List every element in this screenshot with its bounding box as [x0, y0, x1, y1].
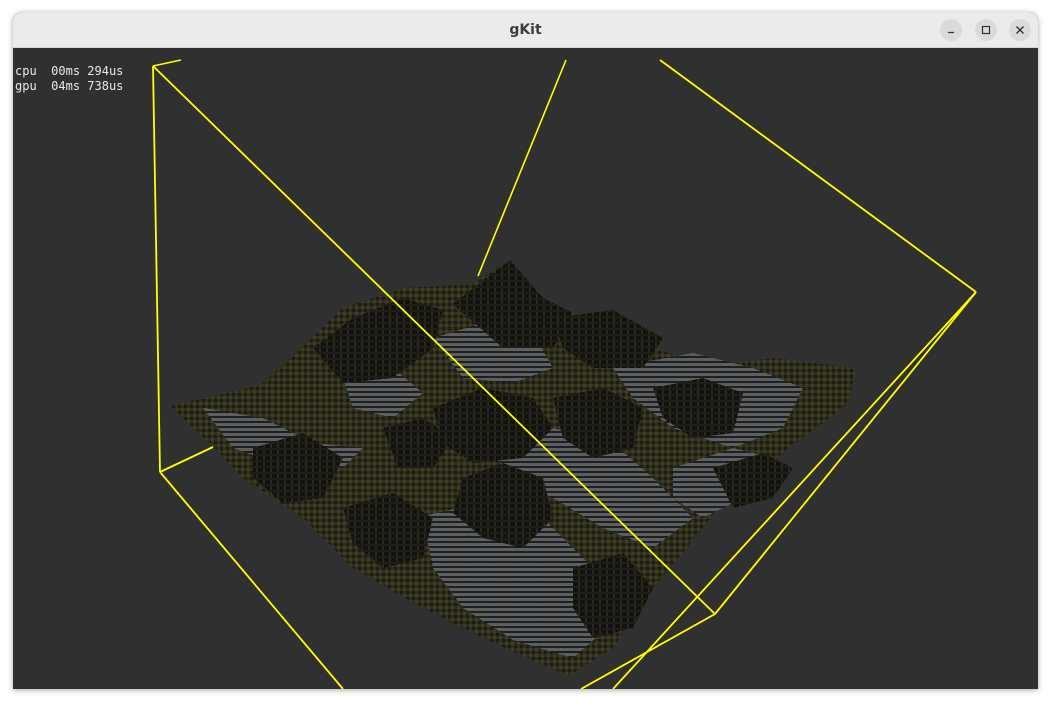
close-button[interactable] [1009, 19, 1031, 41]
gpu-label: gpu [15, 79, 37, 93]
terrain-scene[interactable] [13, 48, 1038, 689]
voxel-terrain [170, 260, 856, 676]
maximize-button[interactable] [975, 19, 997, 41]
close-icon [1016, 26, 1024, 34]
timing-stats: cpu 00ms 294us gpu 04ms 738us [15, 64, 123, 94]
minimize-icon [948, 31, 954, 34]
bounding-box-back [152, 59, 567, 277]
gpu-value: 04ms 738us [51, 79, 124, 93]
cpu-value: 00ms 294us [51, 64, 124, 78]
render-viewport[interactable]: cpu 00ms 294us gpu 04ms 738us [13, 48, 1038, 689]
window-title: gKit [509, 22, 542, 38]
title-bar[interactable]: gKit [13, 12, 1038, 48]
maximize-icon [981, 25, 991, 35]
app-window: gKit cpu 00ms 294us gpu 04ms 738us [13, 12, 1038, 689]
minimize-button[interactable] [940, 19, 962, 41]
cpu-label: cpu [15, 64, 37, 78]
